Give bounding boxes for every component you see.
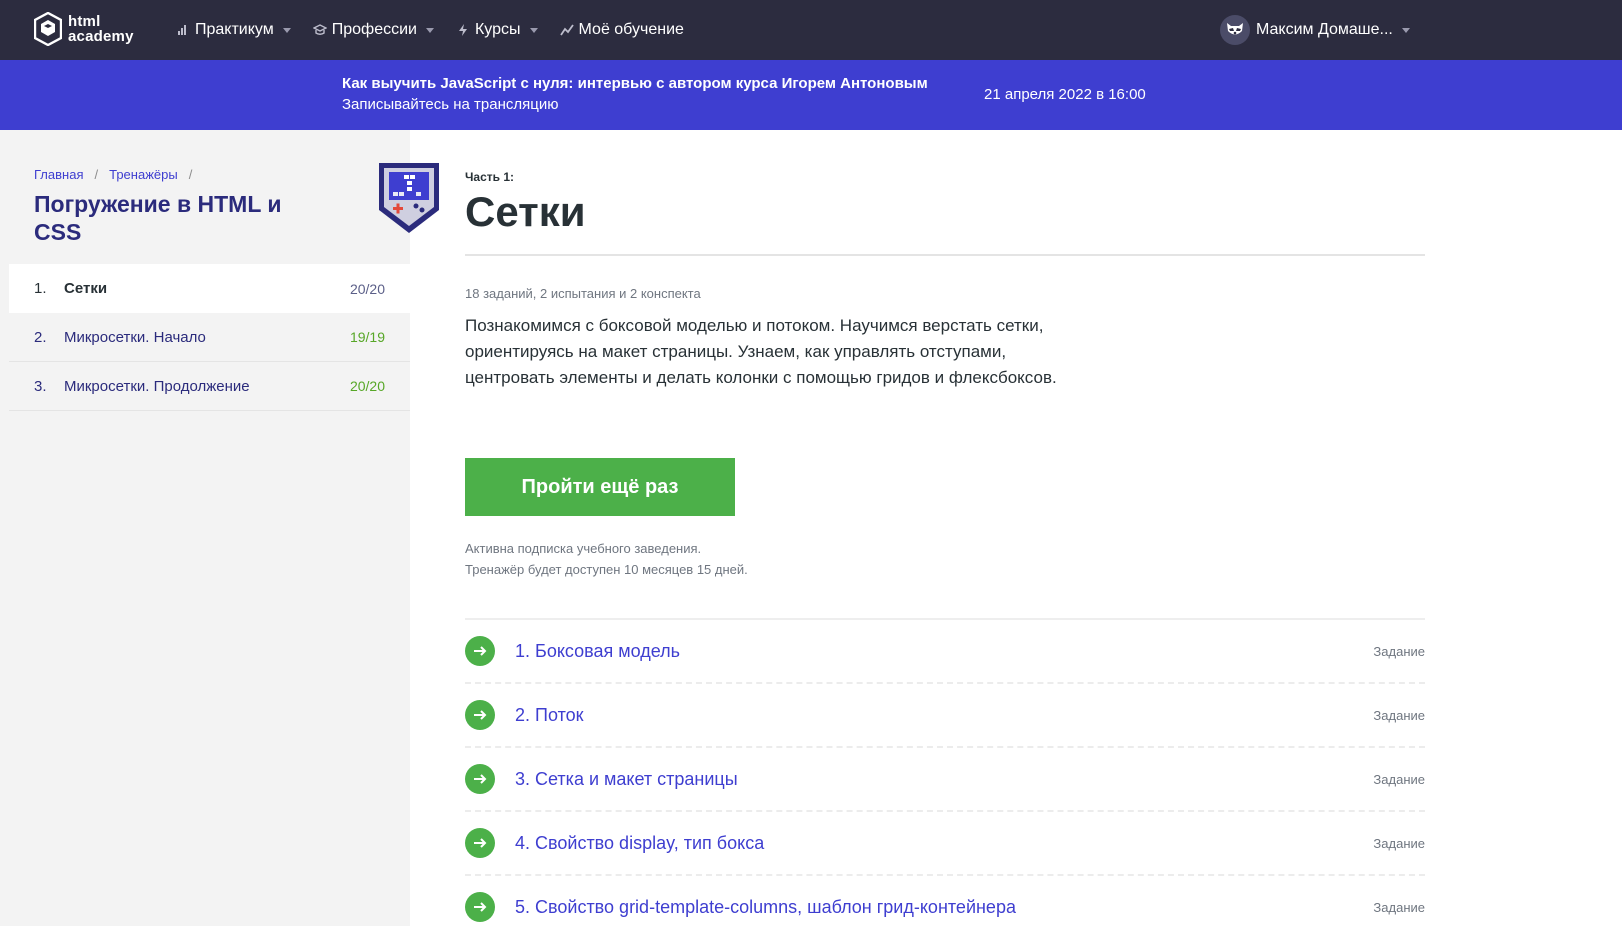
chapter-score: 20/20 (349, 280, 385, 297)
breadcrumb-home[interactable]: Главная (34, 167, 83, 182)
graduation-cap-icon (312, 24, 327, 35)
task-type: Задание (1373, 771, 1425, 787)
nav-label-professions: Профессии (331, 21, 417, 38)
part-label: Часть 1: (465, 170, 515, 184)
nav-label-my-learning: Моё обучение (578, 21, 684, 38)
task-title: 5. Свойство grid-template-columns, шабло… (515, 896, 1016, 917)
task-type: Задание (1373, 899, 1425, 915)
gameboy-badge-icon (379, 163, 439, 233)
logo-line2: academy (68, 28, 134, 45)
logo-text: html academy (68, 14, 134, 44)
stats-icon (178, 25, 186, 35)
page-title: Сетки (465, 188, 586, 235)
chevron-down-icon (529, 27, 538, 33)
task-row[interactable]: 2. Поток Задание (465, 684, 1425, 748)
breadcrumb-separator: / (188, 167, 193, 182)
chapter-item-microgrids-start[interactable]: 2. Микросетки. Начало 19/19 (9, 313, 410, 362)
subscription-line2: Тренажёр будет доступен 10 месяцев 15 дн… (465, 562, 748, 577)
chapter-item-microgrids-continued[interactable]: 3. Микросетки. Продолжение 20/20 (9, 362, 410, 411)
chevron-down-icon (282, 27, 291, 33)
task-type: Задание (1373, 707, 1425, 723)
title-divider (465, 254, 1425, 256)
chapter-label: Микросетки. Продолжение (64, 377, 250, 395)
arrow-right-icon (465, 700, 495, 730)
chapter-meta: 18 заданий, 2 испытания и 2 конспекта (465, 286, 701, 301)
task-list: 1. Боксовая модель Задание 2. Поток Зада… (465, 618, 1425, 926)
promo-date: 21 апреля 2022 в 16:00 (984, 86, 1146, 103)
progress-icon (559, 24, 574, 36)
promo-banner[interactable]: Как выучить JavaScript с нуля: интервью … (0, 60, 1622, 130)
chapter-description: Познакомимся с боксовой моделью и потоко… (465, 316, 1057, 387)
task-row[interactable]: 1. Боксовая модель Задание (465, 620, 1425, 684)
course-title: Погружение в HTML и CSS (34, 191, 282, 245)
chapter-number: 2. (34, 328, 47, 346)
nav-item-courses[interactable]: Курсы (456, 21, 538, 39)
arrow-right-icon (465, 828, 495, 858)
restart-button[interactable]: Пройти ещё раз (465, 458, 735, 516)
chapter-item-grids[interactable]: 1. Сетки 20/20 (9, 264, 410, 313)
chapter-score: 20/20 (349, 378, 385, 394)
chevron-down-icon (1401, 27, 1410, 33)
chapter-score: 19/19 (349, 329, 385, 345)
course-sidebar: Главная / Тренажёры / Погружение в HTML и C… (0, 130, 410, 926)
breadcrumb: Главная / Тренажёры / (34, 167, 203, 182)
subscription-line1: Активна подписка учебного заведения. (465, 541, 702, 556)
task-title: 3. Сетка и макет страницы (515, 768, 738, 789)
arrow-right-icon (465, 892, 495, 922)
main-nav: Практикум Профессии Курсы Моё обучение (176, 0, 706, 60)
task-title: 1. Боксовая модель (515, 640, 681, 661)
task-title: 4. Свойство display, тип бокса (515, 832, 765, 853)
task-row[interactable]: 5. Свойство grid-template-columns, шабло… (465, 876, 1425, 926)
top-header: html academy Практикум Профессии Курсы М… (0, 0, 1622, 60)
raccoon-avatar-icon (1220, 15, 1250, 45)
nav-label-praktikum: Практикум (195, 21, 274, 38)
arrow-right-icon (465, 764, 495, 794)
task-row[interactable]: 4. Свойство display, тип бокса Задание (465, 812, 1425, 876)
chapter-number: 3. (34, 377, 47, 395)
breadcrumb-trainers[interactable]: Тренажёры (109, 167, 178, 182)
nav-label-courses: Курсы (474, 21, 521, 38)
promo-title[interactable]: Как выучить JavaScript с нуля: интервью … (342, 75, 928, 92)
chapter-label: Микросетки. Начало (64, 328, 206, 346)
task-title: 2. Поток (515, 704, 584, 725)
arrow-right-icon (465, 636, 495, 666)
promo-subtitle: Записывайтесь на трансляцию (342, 96, 559, 113)
task-type: Задание (1373, 643, 1425, 659)
chapter-list: 1. Сетки 20/20 2. Микросетки. Начало 19/… (9, 264, 410, 411)
breadcrumb-separator: / (94, 167, 99, 182)
nav-item-my-learning[interactable]: Моё обучение (559, 21, 684, 39)
user-menu[interactable]: Максим Домаше... (1220, 15, 1410, 45)
task-type: Задание (1373, 835, 1425, 851)
nav-item-professions[interactable]: Профессии (312, 21, 434, 39)
chevron-down-icon (425, 27, 434, 33)
subscription-note: Активна подписка учебного заведения. Тре… (465, 538, 748, 580)
nav-item-praktikum[interactable]: Практикум (176, 21, 291, 39)
task-row[interactable]: 3. Сетка и макет страницы Задание (465, 748, 1425, 812)
logo-icon (34, 12, 62, 46)
lightning-icon (458, 24, 467, 36)
html-academy-logo[interactable]: html academy (34, 12, 134, 46)
user-name: Максим Домаше... (1256, 21, 1393, 38)
chapter-number: 1. (34, 280, 47, 297)
chapter-label: Сетки (64, 280, 108, 297)
logo-line1: html (68, 13, 101, 30)
